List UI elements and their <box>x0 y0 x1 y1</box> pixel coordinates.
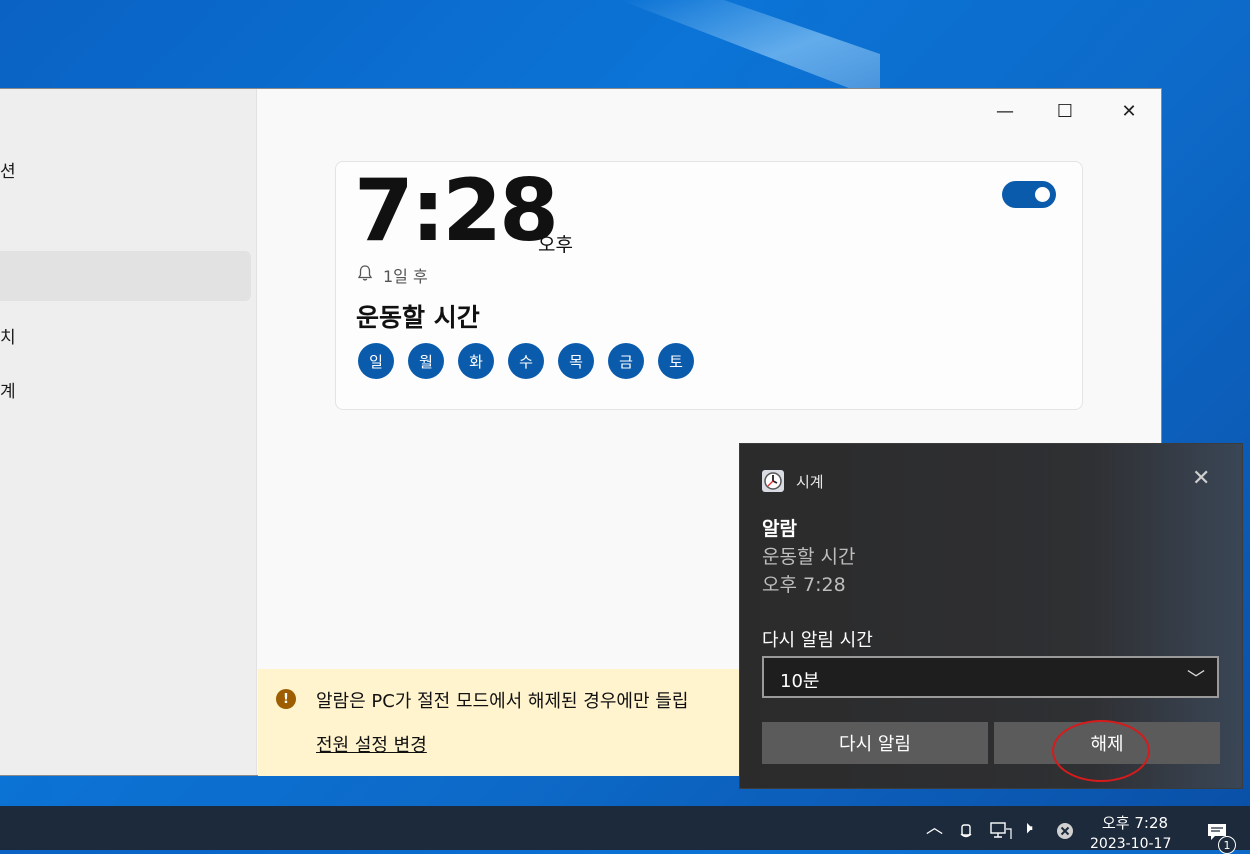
day-sun: 일 <box>358 343 394 379</box>
sidebar-item-1[interactable]: 션 <box>0 157 16 182</box>
toast-alarm-time: 오후 7:28 <box>762 574 846 596</box>
alarm-name: 운동할 시간 <box>356 303 480 332</box>
alarm-time: 7:28 <box>354 161 559 261</box>
desktop-light-ray <box>620 0 880 90</box>
day-sat: 토 <box>658 343 694 379</box>
annotation-circle <box>1052 720 1150 782</box>
volume-icon[interactable]: 🕨 <box>1022 820 1033 837</box>
toast-alarm-name: 운동할 시간 <box>762 546 856 568</box>
alarm-repeat-days: 일 월 화 수 목 금 토 <box>358 343 694 379</box>
day-thu: 목 <box>558 343 594 379</box>
notification-count-badge: 1 <box>1218 836 1236 854</box>
day-fri: 금 <box>608 343 644 379</box>
toast-app-name: 시계 <box>796 473 824 491</box>
alarm-card[interactable]: 7:28 오후 1일 후 운동할 시간 일 월 화 수 목 금 토 <box>335 161 1083 410</box>
alarm-ampm: 오후 <box>538 234 573 256</box>
snooze-dropdown[interactable]: 10분 ﹀ <box>762 656 1219 698</box>
bell-icon <box>357 265 373 281</box>
alarm-notification-toast: 시계 ✕ 알람 운동할 시간 오후 7:28 다시 알림 시간 10분 ﹀ 다시… <box>740 444 1242 788</box>
alarm-toggle[interactable] <box>1002 181 1056 208</box>
day-tue: 화 <box>458 343 494 379</box>
alarm-remaining: 1일 후 <box>383 267 428 286</box>
sidebar-item-2[interactable]: 치 <box>0 323 16 348</box>
taskbar-time[interactable]: 오후 7:28 <box>1102 812 1168 833</box>
sidebar-item-3[interactable]: 계 <box>0 377 16 402</box>
chevron-up-icon[interactable]: ︿ <box>926 820 943 837</box>
ime-status-icon[interactable] <box>1056 822 1074 840</box>
snooze-label: 다시 알림 시간 <box>762 630 873 651</box>
toast-close-button[interactable]: ✕ <box>1192 466 1210 491</box>
close-button[interactable]: ✕ <box>1106 95 1152 127</box>
day-wed: 수 <box>508 343 544 379</box>
taskbar: ︿ 🕨 오후 7:28 2023-10-17 1 <box>0 806 1250 854</box>
meet-now-icon[interactable] <box>958 822 976 840</box>
warning-icon: ! <box>276 689 296 709</box>
day-mon: 월 <box>408 343 444 379</box>
network-icon[interactable] <box>990 822 1012 840</box>
sidebar: 션 치 계 <box>0 89 257 775</box>
power-settings-link[interactable]: 전원 설정 변경 <box>316 731 427 757</box>
snooze-value: 10분 <box>780 671 820 692</box>
minimize-button[interactable]: — <box>982 95 1028 127</box>
toggle-knob <box>1035 187 1050 202</box>
clock-app-icon <box>762 470 784 492</box>
info-message: 알람은 PC가 절전 모드에서 해제된 경우에만 들립 <box>316 691 689 712</box>
maximize-button[interactable]: ☐ <box>1042 95 1088 127</box>
snooze-button[interactable]: 다시 알림 <box>762 722 988 764</box>
sidebar-item-alarm-selected[interactable] <box>0 251 251 301</box>
toast-title: 알람 <box>762 518 797 540</box>
chevron-down-icon: ﹀ <box>1187 669 1205 690</box>
